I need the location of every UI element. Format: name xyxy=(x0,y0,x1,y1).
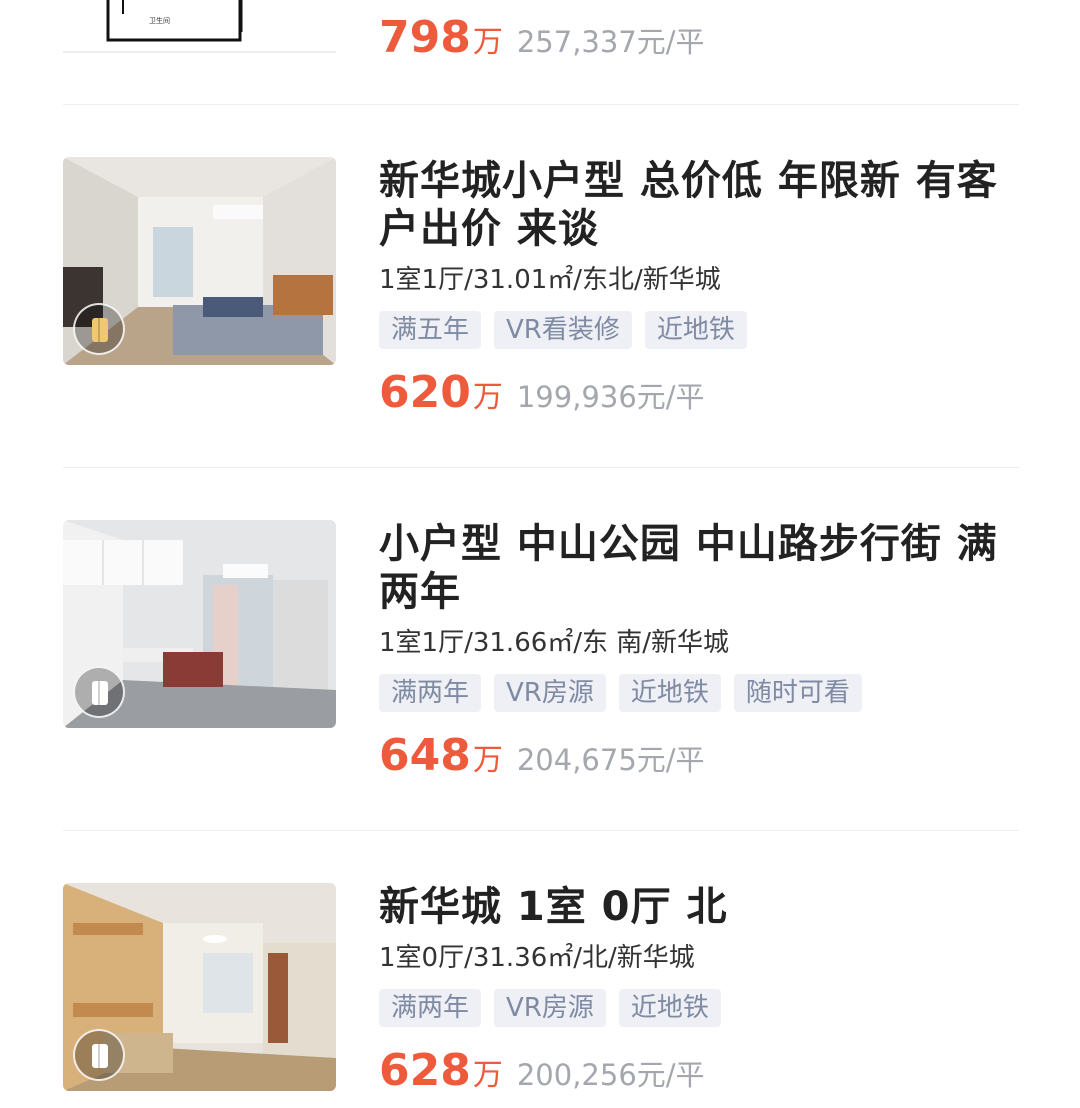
price-unit: 万 xyxy=(472,743,503,778)
vr-badge-icon xyxy=(73,1029,125,1081)
price-unit: 万 xyxy=(472,1058,503,1093)
divider xyxy=(63,104,1019,105)
tag: 满五年 xyxy=(379,311,482,349)
tag: 近地铁 xyxy=(618,674,721,712)
listing-photo[interactable] xyxy=(63,520,336,728)
tag: 满两年 xyxy=(379,989,482,1027)
total-price: 648 xyxy=(379,730,471,781)
divider xyxy=(63,830,1019,831)
listing-card[interactable]: 新华城 1室 0厅 北 1室0厅/31.36㎡/北/新华城 满两年 VR房源 近地铁… xyxy=(0,883,1080,1108)
price-unit: 万 xyxy=(472,380,503,415)
listing-title[interactable]: 小户型 中山公园 中山路步行街 满两年 xyxy=(379,520,1019,616)
listing-card[interactable]: 小户型 中山公园 中山路步行街 满两年 1室1厅/31.66㎡/东 南/新华城 … xyxy=(0,520,1080,830)
tag: 满两年 xyxy=(379,674,482,712)
listing-title[interactable]: 新华城 1室 0厅 北 xyxy=(379,883,1019,931)
floorplan-image: 卫生间 xyxy=(63,0,336,54)
listing-desc: 1室1厅/31.66㎡/东 南/新华城 xyxy=(379,628,730,658)
unit-price: 204,675元/平 xyxy=(516,743,705,777)
total-price: 628 xyxy=(379,1045,471,1096)
tag-list: 满五年 VR看装修 近地铁 xyxy=(379,311,1019,351)
tag: VR房源 xyxy=(494,674,606,712)
listing-photo[interactable] xyxy=(63,157,336,365)
floorplan-room-label: 卫生间 xyxy=(149,17,170,25)
listing-card[interactable]: 新华城小户型 总价低 年限新 有客户出价 来谈 1室1厅/31.01㎡/东北/新… xyxy=(0,157,1080,467)
price-unit: 万 xyxy=(472,25,503,60)
total-price: 620 xyxy=(379,367,471,418)
tag-list: 满两年 VR房源 近地铁 xyxy=(379,989,1019,1029)
tag-list: 满两年 VR房源 近地铁 随时可看 xyxy=(379,674,1019,714)
listing-desc: 1室0厅/31.36㎡/北/新华城 xyxy=(379,943,695,973)
unit-price: 199,936元/平 xyxy=(516,380,705,414)
price-row: 648万 204,675元/平 xyxy=(379,730,1019,786)
listing-desc: 1室1厅/31.01㎡/东北/新华城 xyxy=(379,265,721,295)
listing-title[interactable]: 新华城小户型 总价低 年限新 有客户出价 来谈 xyxy=(379,157,1019,253)
tag: 随时可看 xyxy=(733,674,862,712)
tag: 近地铁 xyxy=(644,311,747,349)
price-row: 798万 257,337元/平 xyxy=(379,12,1019,68)
price-row: 628万 200,256元/平 xyxy=(379,1045,1019,1101)
vr-badge-icon xyxy=(73,666,125,718)
tag: VR看装修 xyxy=(494,311,632,349)
tag: VR房源 xyxy=(494,989,606,1027)
divider xyxy=(63,467,1019,468)
price-row: 620万 199,936元/平 xyxy=(379,367,1019,423)
unit-price: 257,337元/平 xyxy=(516,25,705,59)
vr-badge-icon xyxy=(73,303,125,355)
tag: 近地铁 xyxy=(618,989,721,1027)
listing-photo[interactable] xyxy=(63,883,336,1091)
unit-price: 200,256元/平 xyxy=(516,1058,705,1092)
total-price: 798 xyxy=(379,12,471,63)
listing-card-partial[interactable]: 卫生间 798万 257,337元/平 xyxy=(0,0,1080,104)
